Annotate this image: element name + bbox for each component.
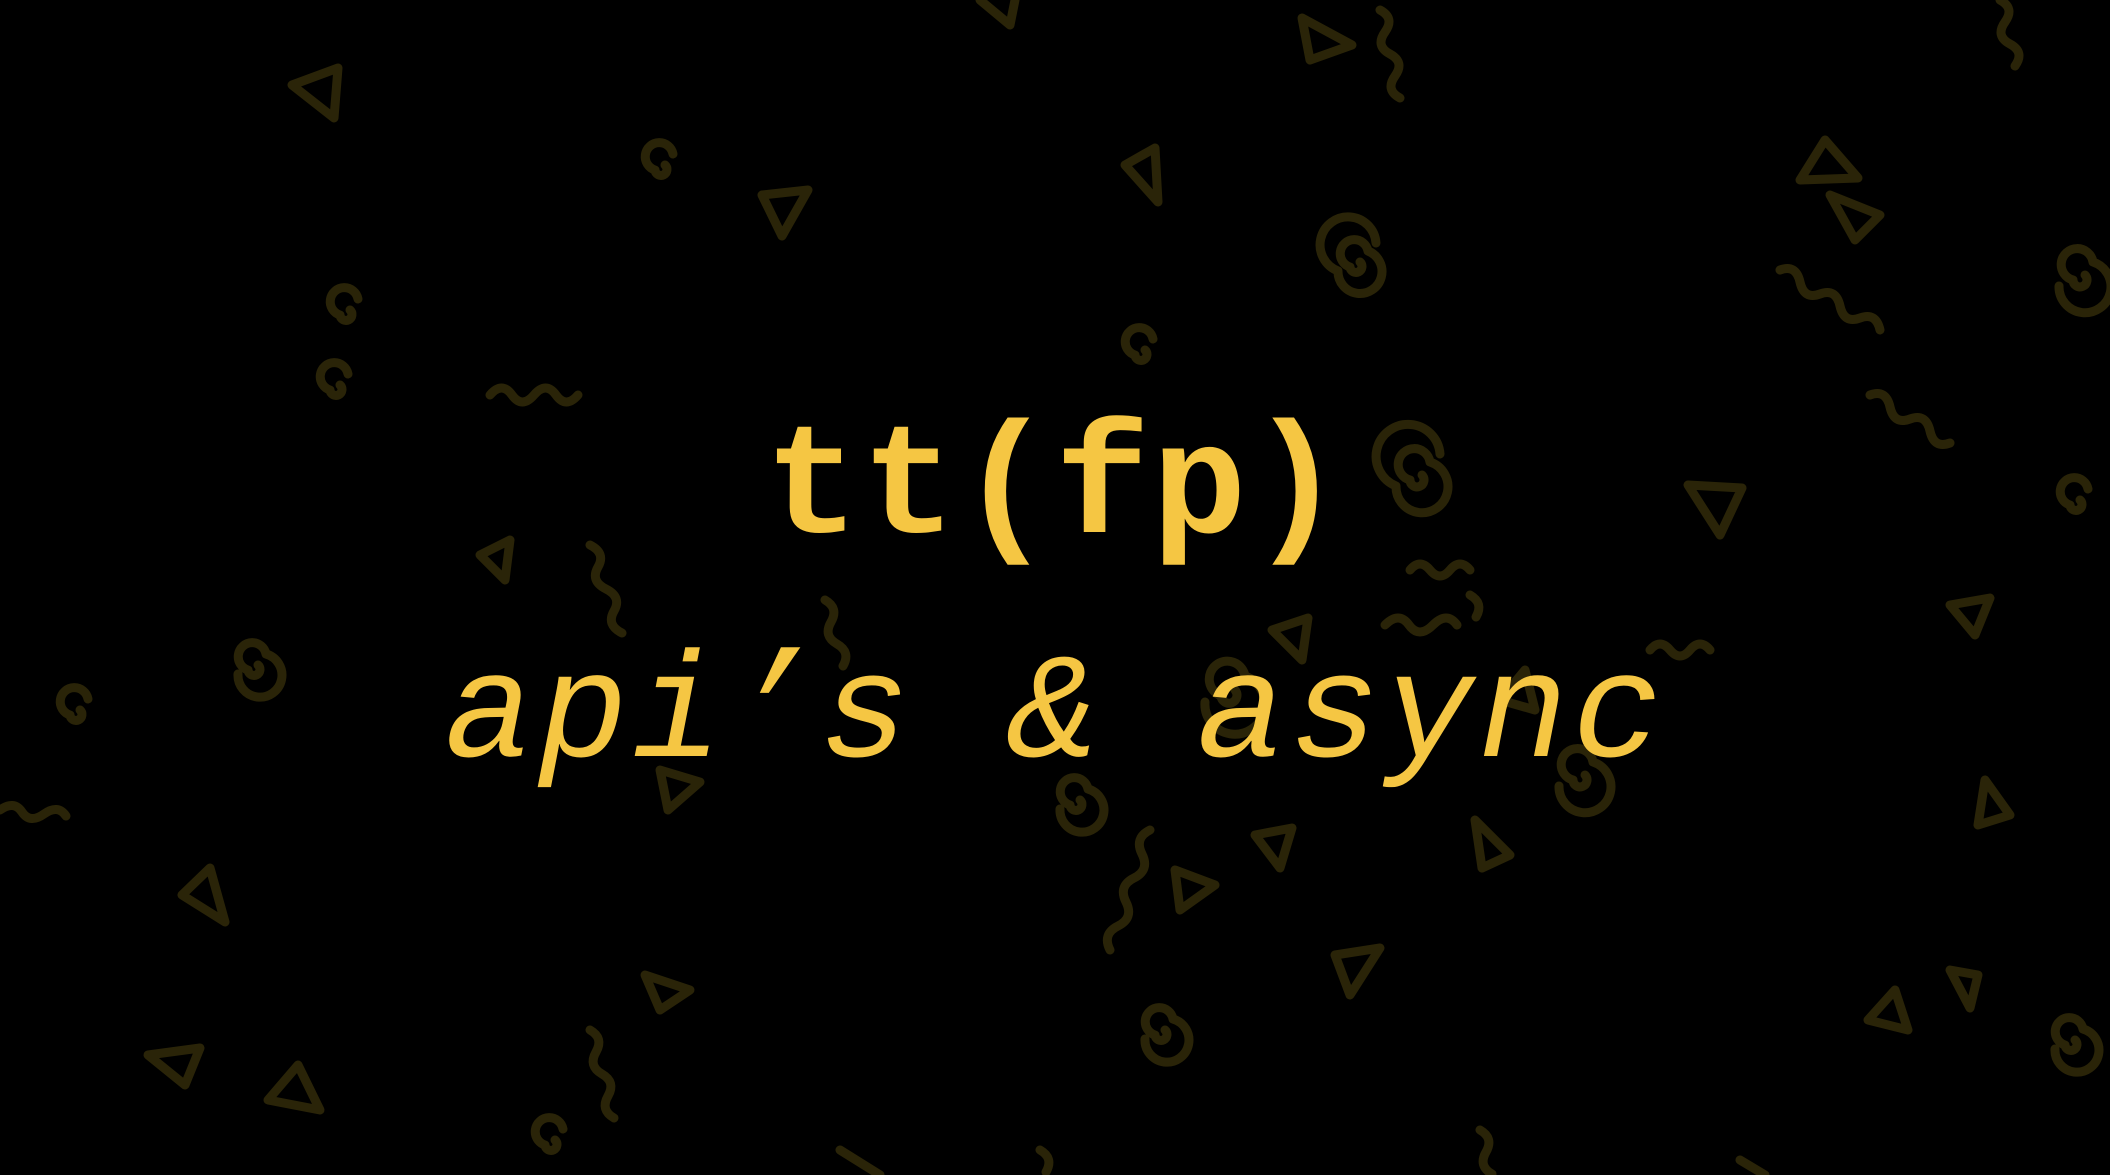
- slide-subtitle: api’s & async: [443, 632, 1667, 802]
- squiggle-icon: [1102, 825, 1155, 955]
- spiral-icon: [1315, 212, 1387, 298]
- spiral-icon: [325, 283, 363, 325]
- squiggle-icon: [1375, 5, 1405, 103]
- squiggle-icon: [585, 1025, 619, 1123]
- triangle-icon: [975, 0, 1020, 30]
- spiral-icon: [1140, 1003, 1194, 1067]
- squiggle-icon: [1995, 0, 2024, 71]
- triangle-icon: [1250, 823, 1297, 873]
- triangle-icon: [1297, 13, 1357, 65]
- spiral-icon: [315, 358, 353, 400]
- triangle-icon: [1170, 865, 1220, 915]
- triangle-icon: [287, 63, 343, 123]
- squiggle-icon: [1775, 264, 1885, 335]
- triangle-icon: [1470, 815, 1515, 873]
- triangle-icon: [1330, 943, 1385, 1000]
- triangle-icon: [757, 185, 813, 241]
- slide-title: tt(fp): [764, 401, 1346, 580]
- spiral-icon: [2050, 1013, 2104, 1077]
- background-pattern: [0, 0, 2110, 1175]
- triangle-icon: [1795, 135, 1863, 185]
- triangle-icon: [1945, 965, 1983, 1013]
- triangle-icon: [640, 970, 695, 1015]
- squiggle-icon: [0, 801, 71, 823]
- squiggle-icon: [1475, 1125, 1497, 1175]
- triangle-icon: [1945, 593, 1995, 640]
- squiggle-icon: [1035, 1145, 1054, 1175]
- triangle-icon: [143, 1043, 205, 1090]
- spiral-icon: [640, 138, 678, 180]
- spiral-icon: [1120, 323, 1158, 365]
- squiggle-icon: [1380, 613, 1462, 637]
- triangle-icon: [1825, 190, 1885, 245]
- triangle-icon: [263, 1060, 325, 1115]
- squiggle-icon: [485, 383, 583, 407]
- title-slide: tt(fp) api’s & async: [0, 0, 2110, 1175]
- squiggle-icon: [1465, 590, 1484, 622]
- triangle-icon: [1120, 143, 1163, 207]
- triangle-icon: [177, 863, 230, 927]
- spiral-icon: [2054, 244, 2110, 318]
- triangle-icon: [835, 1145, 885, 1175]
- triangle-icon: [1863, 985, 1913, 1035]
- spiral-icon: [530, 1113, 568, 1155]
- triangle-icon: [1735, 1155, 1770, 1175]
